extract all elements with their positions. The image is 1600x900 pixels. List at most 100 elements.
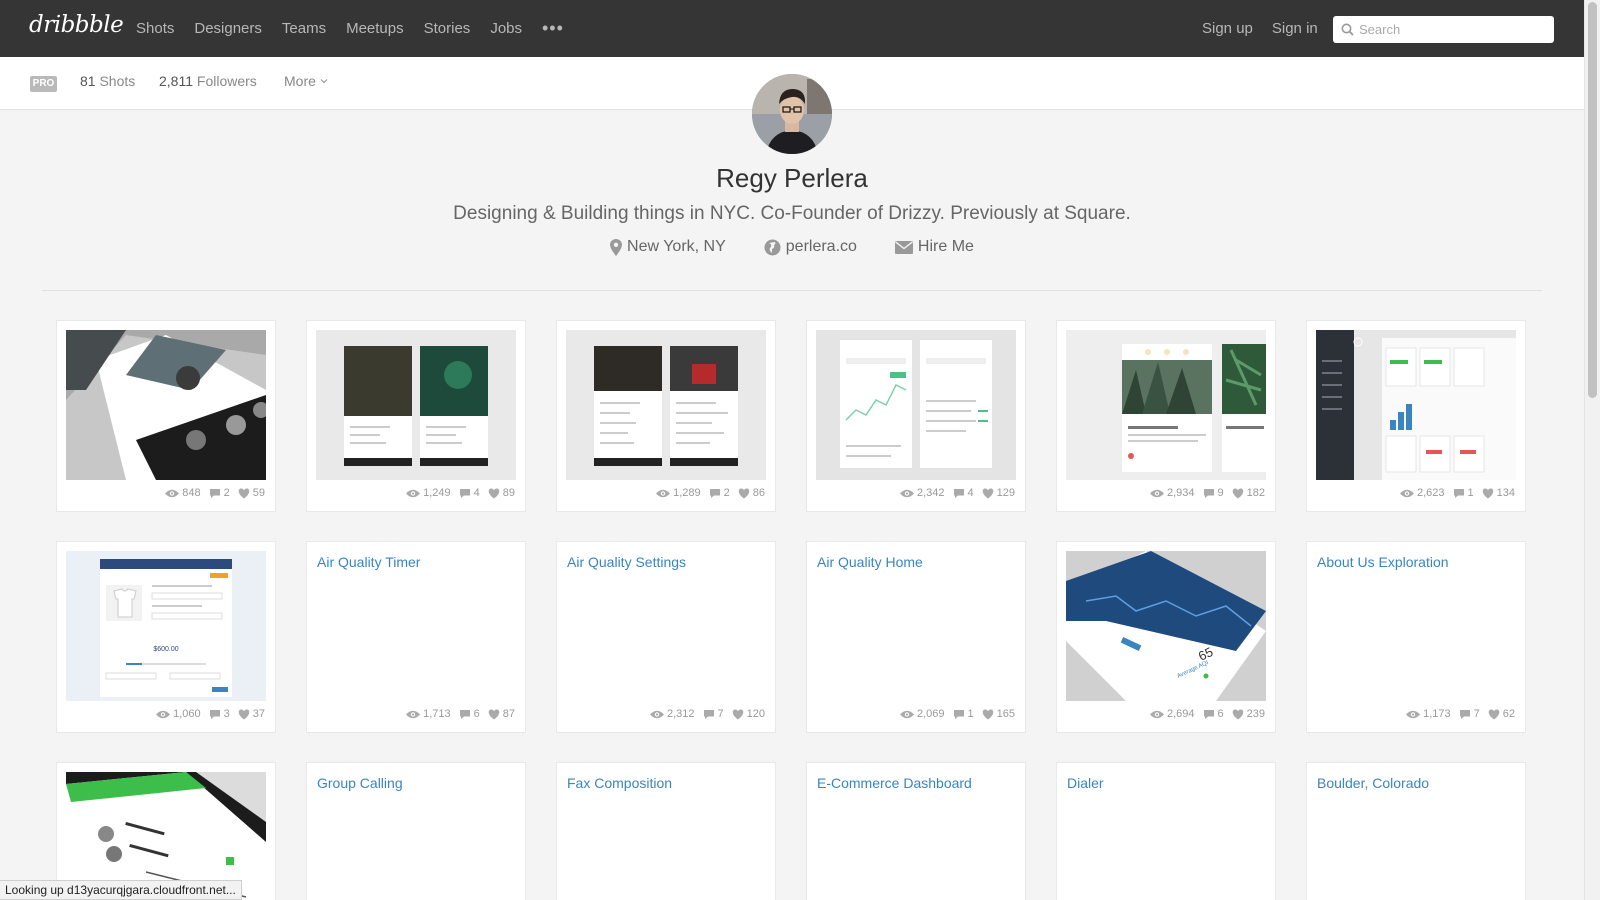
likes-stat[interactable]: 59 — [238, 487, 265, 499]
shot-title[interactable]: Group Calling — [317, 775, 403, 791]
shot-card[interactable]: Group Calling — [306, 762, 526, 900]
shot-card[interactable]: 848 2 59 — [56, 320, 276, 512]
avatar[interactable] — [752, 74, 832, 154]
shot-thumbnail[interactable] — [566, 330, 766, 480]
shot-card[interactable]: 2,934 9 182 — [1056, 320, 1276, 512]
likes-stat[interactable]: 86 — [738, 487, 765, 499]
shot-thumbnail[interactable] — [1066, 330, 1266, 480]
comments-stat: 2 — [209, 487, 230, 499]
likes-stat[interactable]: 62 — [1488, 708, 1515, 720]
more-dropdown[interactable]: More — [284, 73, 329, 89]
likes-count: 62 — [1502, 708, 1515, 720]
ellipsis-icon[interactable]: ••• — [542, 18, 564, 39]
dribbble-logo[interactable]: dribbble — [29, 12, 124, 38]
likes-stat[interactable]: 89 — [488, 487, 515, 499]
shot-title[interactable]: Air Quality Settings — [567, 554, 686, 570]
shot-card[interactable]: 65 Average AQI 2,694 6 239 — [1056, 541, 1276, 733]
likes-stat[interactable]: 37 — [238, 708, 265, 720]
comments-stat: 3 — [209, 708, 230, 720]
shot-card[interactable]: 2,623 1 134 — [1306, 320, 1526, 512]
likes-count: 37 — [252, 708, 265, 720]
shot-thumbnail[interactable] — [816, 330, 1016, 480]
shot-thumbnail[interactable]: 65 Average AQI — [1066, 551, 1266, 701]
shot-card[interactable]: Dialer — [1056, 762, 1276, 900]
profile-divider — [42, 290, 1542, 291]
eye-icon — [1399, 489, 1414, 497]
likes-stat[interactable]: 87 — [488, 708, 515, 720]
shot-title[interactable]: Air Quality Home — [817, 554, 923, 570]
likes-stat[interactable]: 120 — [732, 708, 765, 720]
shot-card[interactable]: E-Commerce Dashboard — [806, 762, 1026, 900]
shot-title[interactable]: Dialer — [1067, 775, 1104, 791]
shot-thumbnail[interactable]: $600.00 — [66, 551, 266, 701]
shot-title[interactable]: Air Quality Timer — [317, 554, 420, 570]
pro-badge: PRO — [30, 76, 57, 92]
comments-count: 2 — [223, 487, 230, 499]
views-stat: 2,934 — [1149, 487, 1195, 499]
likes-stat[interactable]: 134 — [1482, 487, 1515, 499]
comments-count: 7 — [717, 708, 724, 720]
comment-icon — [1203, 488, 1214, 498]
shot-stats: 2,623 1 134 — [1392, 487, 1515, 499]
shot-card[interactable]: Air Quality Home 2,069 1 165 — [806, 541, 1026, 733]
nav-meetups[interactable]: Meetups — [346, 20, 404, 37]
nav-stories[interactable]: Stories — [424, 20, 471, 37]
heart-icon — [732, 709, 743, 719]
shot-card[interactable]: 2,342 4 129 — [806, 320, 1026, 512]
nav-shots[interactable]: Shots — [136, 20, 174, 37]
comment-icon — [459, 488, 470, 498]
nav-designers[interactable]: Designers — [194, 20, 262, 37]
shot-thumbnail[interactable] — [316, 330, 516, 480]
shot-card[interactable]: 1,249 4 89 — [306, 320, 526, 512]
followers-count-tab[interactable]: 2,811 Followers — [159, 73, 257, 89]
nav-teams[interactable]: Teams — [282, 20, 326, 37]
shot-thumbnail[interactable] — [66, 330, 266, 480]
location-link[interactable]: New York, NY — [610, 238, 726, 256]
website-link[interactable]: perlera.co — [764, 238, 857, 256]
main-nav: Shots Designers Teams Meetups Stories Jo… — [136, 0, 564, 57]
shot-title[interactable]: About Us Exploration — [1317, 554, 1449, 570]
comment-icon — [953, 709, 964, 719]
shot-card[interactable]: $600.00 1,060 3 37 — [56, 541, 276, 733]
shots-count: 81 — [80, 73, 96, 89]
likes-stat[interactable]: 182 — [1232, 487, 1265, 499]
comments-count: 4 — [967, 487, 974, 499]
shot-stats: 2,069 1 165 — [892, 708, 1015, 720]
comments-stat: 1 — [1453, 487, 1474, 499]
comment-icon — [1203, 709, 1214, 719]
website-text: perlera.co — [785, 238, 857, 255]
sign-in-link[interactable]: Sign in — [1272, 20, 1318, 37]
heart-icon — [1232, 488, 1243, 498]
nav-jobs[interactable]: Jobs — [490, 20, 522, 37]
shots-count-tab[interactable]: 81 Shots — [80, 73, 135, 89]
heart-icon — [982, 488, 993, 498]
sign-up-link[interactable]: Sign up — [1202, 20, 1253, 37]
shot-card[interactable]: Air Quality Timer 1,713 6 87 — [306, 541, 526, 733]
vertical-scrollbar[interactable] — [1584, 0, 1600, 900]
top-navbar: dribbble Shots Designers Teams Meetups S… — [0, 0, 1584, 57]
svg-text:$600.00: $600.00 — [153, 646, 178, 653]
shot-card[interactable]: 1,289 2 86 — [556, 320, 776, 512]
likes-stat[interactable]: 165 — [982, 708, 1015, 720]
shot-card[interactable]: About Us Exploration 1,173 7 62 — [1306, 541, 1526, 733]
followers-label: Followers — [196, 73, 257, 89]
shot-title[interactable]: Fax Composition — [567, 775, 672, 791]
comments-count: 1 — [1467, 487, 1474, 499]
likes-stat[interactable]: 239 — [1232, 708, 1265, 720]
eye-icon — [1406, 710, 1421, 718]
shot-card[interactable]: Air Quality Settings 2,312 7 120 — [556, 541, 776, 733]
shot-title[interactable]: Boulder, Colorado — [1317, 775, 1429, 791]
likes-stat[interactable]: 129 — [982, 487, 1015, 499]
views-count: 1,249 — [423, 487, 451, 499]
scrollbar-thumb[interactable] — [1588, 2, 1597, 398]
hire-me-link[interactable]: Hire Me — [894, 238, 974, 256]
views-stat: 1,060 — [156, 708, 201, 720]
shot-card[interactable]: Fax Composition — [556, 762, 776, 900]
shot-thumbnail[interactable] — [1316, 330, 1516, 480]
views-stat: 2,623 — [1399, 487, 1445, 499]
shot-title[interactable]: E-Commerce Dashboard — [817, 775, 972, 791]
search-input[interactable] — [1359, 22, 1544, 37]
search-box[interactable] — [1333, 16, 1554, 43]
shot-stats: 1,289 2 86 — [648, 487, 765, 499]
shot-card[interactable]: Boulder, Colorado — [1306, 762, 1526, 900]
